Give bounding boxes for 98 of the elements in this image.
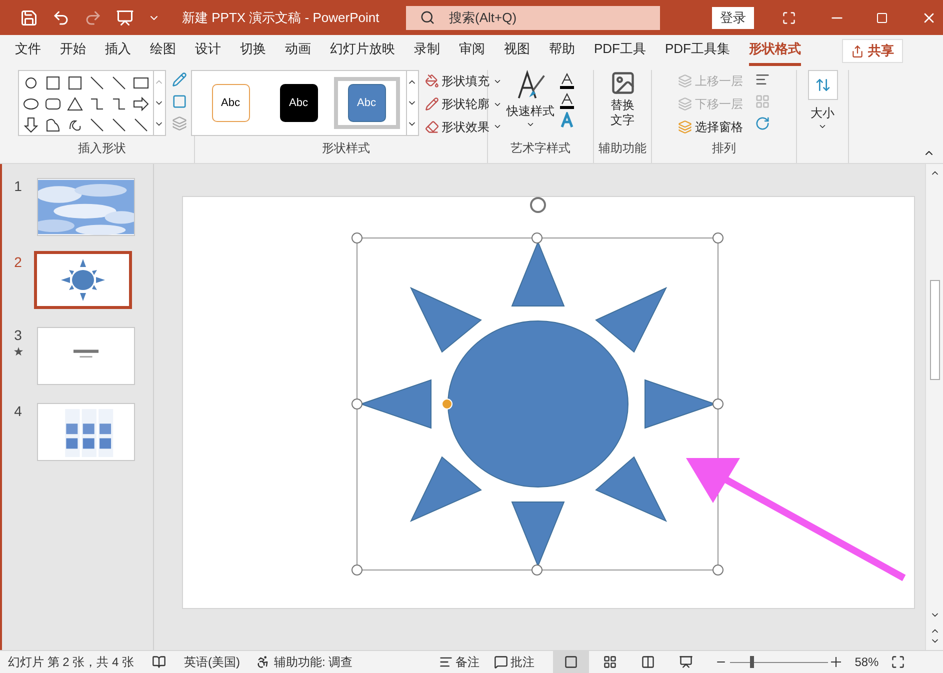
shape-icon[interactable] (44, 75, 60, 91)
shape-icon[interactable] (44, 96, 60, 112)
group-label: 辅助功能 (598, 141, 646, 155)
text-outline-icon[interactable] (558, 92, 574, 110)
align-icon[interactable] (755, 72, 770, 87)
layers-icon (678, 74, 692, 88)
scrollbar-thumb[interactable] (930, 280, 940, 380)
shape-icon[interactable] (110, 117, 126, 133)
title-slide-drawing (73, 350, 99, 358)
rotate-icon[interactable] (755, 116, 770, 131)
shape-icon[interactable] (132, 117, 148, 133)
language-label: 英语(美国) (184, 654, 240, 671)
slide-number: 2 (14, 254, 22, 270)
fit-slide-icon[interactable] (890, 655, 905, 669)
search-field[interactable]: 搜索(Alt+Q) (449, 8, 619, 28)
shape-icon[interactable] (88, 117, 104, 133)
ribbon-tab[interactable]: 插入 (105, 38, 131, 66)
ribbon-tab[interactable]: PDF工具 (594, 38, 646, 66)
ribbon-tab[interactable]: 动画 (285, 38, 311, 66)
zoom-slider[interactable] (730, 656, 828, 668)
group-label: 艺术字样式 (510, 141, 570, 155)
arrange-command[interactable]: 选择窗格 (678, 117, 743, 136)
ribbon-tab[interactable]: 审阅 (459, 38, 485, 66)
style-swatch[interactable]: Abc (334, 77, 400, 129)
presentation-icon[interactable] (116, 8, 134, 26)
comment-icon (494, 655, 508, 669)
reading-view-icon[interactable] (640, 655, 655, 669)
size-icon (814, 77, 830, 93)
notes-button[interactable]: 备注 (438, 653, 480, 671)
ribbon-tab[interactable]: 设计 (195, 38, 221, 66)
edit-shape-icon[interactable] (172, 72, 186, 87)
ribbon-tab[interactable]: 绘图 (150, 38, 176, 66)
layers-icon (678, 120, 692, 134)
window-title: 新建 PPTX 演示文稿 - PowerPoint (182, 8, 380, 27)
comments-button[interactable]: 批注 (494, 653, 535, 671)
ribbon-tab[interactable]: 开始 (60, 38, 86, 66)
accessibility-button[interactable]: 辅助功能: 调查 (256, 653, 353, 671)
layers-icon (678, 97, 692, 111)
alt-text-button[interactable]: 替换文字 (608, 70, 638, 136)
save-icon[interactable] (20, 8, 38, 26)
ribbon-tab[interactable]: 文件 (15, 38, 41, 66)
shape-icon[interactable] (22, 75, 38, 91)
ribbon-command[interactable]: 形状填充 (424, 72, 502, 91)
shape-icon[interactable] (22, 96, 38, 112)
shape-icon[interactable] (44, 117, 60, 133)
text-style-icon (516, 70, 546, 100)
ribbon-tab[interactable]: 幻灯片放映 (330, 38, 395, 66)
slide-number: 3 (14, 327, 22, 343)
ribbon-tab[interactable]: 视图 (504, 38, 530, 66)
share-icon (851, 44, 864, 58)
slide-info: 幻灯片 第 2 张，共 4 张 (8, 654, 134, 671)
ribbon-command[interactable]: 形状效果 (424, 117, 502, 136)
zoom-in-icon[interactable] (830, 657, 841, 667)
shape-icon[interactable] (132, 75, 148, 91)
shape-icon[interactable] (66, 75, 82, 91)
shape-icon[interactable] (66, 96, 82, 112)
zoom-level: 58% (854, 654, 879, 671)
shape-icon[interactable] (110, 75, 126, 91)
ribbon-command[interactable]: 形状轮廓 (424, 94, 502, 114)
shape-icon[interactable] (110, 96, 126, 112)
slideshow-icon[interactable] (678, 655, 693, 669)
ribbon-display-icon[interactable] (782, 10, 796, 24)
login-button[interactable]: 登录 (712, 6, 754, 28)
ribbon-tab[interactable]: 帮助 (549, 38, 575, 66)
ribbon-tab[interactable]: 切换 (240, 38, 266, 66)
search-icon (420, 10, 435, 25)
ribbon-tab[interactable]: PDF工具集 (665, 38, 730, 66)
pencil-icon (424, 97, 438, 111)
slide-number: 1 (14, 178, 22, 194)
normal-view-icon[interactable] (564, 655, 578, 669)
rotate-handle-icon[interactable] (530, 197, 546, 213)
maximize-icon[interactable] (876, 12, 888, 24)
slide-sorter-icon[interactable] (602, 655, 617, 669)
quick-styles-button[interactable]: 快速样式 (506, 70, 554, 136)
share-button[interactable]: 共享 (842, 39, 903, 63)
group-label: 形状样式 (322, 141, 370, 155)
search-box[interactable]: 搜索(Alt+Q) (406, 6, 660, 30)
shape-icon[interactable] (22, 117, 38, 133)
shape-icon[interactable] (88, 75, 104, 91)
spelling-icon[interactable] (152, 655, 166, 669)
accessibility-icon (256, 655, 270, 669)
notes-icon (438, 655, 453, 669)
group-label: 插入形状 (78, 141, 126, 155)
eraser-icon (424, 120, 438, 134)
paint-bucket-icon (424, 74, 438, 88)
ribbon-tab[interactable]: 录制 (414, 38, 440, 66)
dropdown-icon (526, 120, 535, 129)
text-fill-icon[interactable] (558, 72, 574, 90)
undo-icon[interactable] (52, 8, 70, 26)
shape-icon[interactable] (132, 96, 148, 112)
text-box-icon[interactable] (172, 94, 186, 109)
slide-number: 4 (14, 403, 22, 419)
group-label: 排列 (712, 141, 736, 155)
slide-thumbnail[interactable] (37, 327, 135, 385)
dropdown-icon (818, 122, 827, 131)
size-button[interactable]: 大小 (808, 70, 838, 131)
shape-icon[interactable] (88, 96, 104, 112)
image-icon (610, 70, 636, 96)
